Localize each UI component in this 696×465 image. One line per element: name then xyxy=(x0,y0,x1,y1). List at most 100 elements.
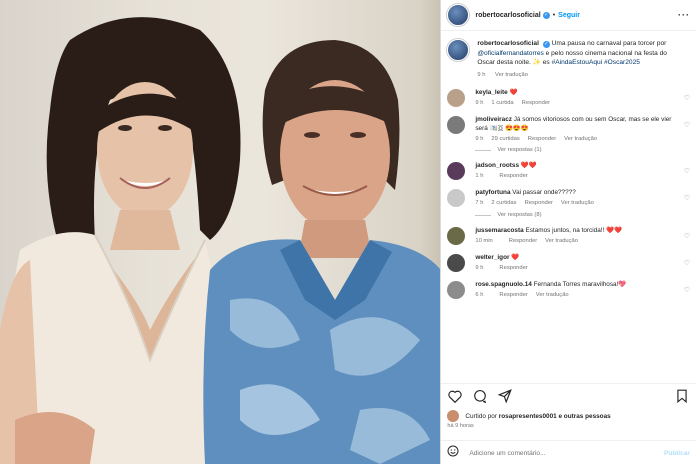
comment-avatar[interactable] xyxy=(447,281,466,299)
comment-item: welter_igor ❤️ 9 h Responder ♡ xyxy=(441,253,696,272)
comment-avatar[interactable] xyxy=(447,227,466,245)
comment-translate[interactable]: Ver tradução xyxy=(545,238,578,244)
share-icon[interactable] xyxy=(497,388,513,404)
comment-reply[interactable]: Responder xyxy=(499,292,527,298)
comment-translate[interactable]: Ver tradução xyxy=(564,136,597,142)
comment-like-icon[interactable]: ♡ xyxy=(684,121,690,129)
comment-input[interactable]: Adicione um comentário... xyxy=(469,450,545,457)
liked-by-user[interactable]: rosapresentes0001 xyxy=(499,413,557,420)
post-header: robertocarlosoficial ✓ • Seguir ··· xyxy=(441,0,696,31)
like-icon[interactable] xyxy=(447,388,463,404)
separator-dot: • xyxy=(552,11,556,19)
emoji-icon[interactable] xyxy=(447,444,459,462)
caption-meta: 9 h Ver tradução xyxy=(477,71,682,81)
comment-content: ❤️ xyxy=(509,89,518,96)
comment-avatar[interactable] xyxy=(447,89,466,107)
comment-meta: 9 h 29 curtidas Responder Ver tradução xyxy=(475,136,675,142)
comment-avatar[interactable] xyxy=(447,189,466,207)
comment-text: jmoliveiracz Já somos vitoriosos com ou … xyxy=(475,115,675,133)
comment-time: 9 h xyxy=(475,136,484,142)
comment-username[interactable]: jmoliveiracz xyxy=(475,116,512,123)
comment-container: keyla_leite ❤️ 9 h 1 curtida Responder ♡ jmol… xyxy=(441,88,696,299)
comment-reply[interactable]: Responder xyxy=(509,238,537,244)
comment-translate[interactable]: Ver tradução xyxy=(536,292,569,298)
comment-username[interactable]: jadson_rootss xyxy=(475,162,519,169)
comment-text: rose.spagnuolo.14 Fernanda Torres maravi… xyxy=(475,280,675,289)
comment-time: 6 h xyxy=(475,292,484,298)
comment-content: Fernanda Torres maravilhosa!💖 xyxy=(533,281,627,288)
verified-icon: ✓ xyxy=(542,41,550,48)
add-comment-bar: Adicione um comentário... Publicar xyxy=(441,440,696,465)
comment-like-icon[interactable]: ♡ xyxy=(684,286,690,294)
comment-item: jussemaracosta Estamos juntos, na torcid… xyxy=(441,226,696,245)
caption-text: robertocarlosoficial ✓ Uma pausa no carn… xyxy=(477,39,690,80)
caption-mention[interactable]: @oficialfernandatorres xyxy=(477,50,543,57)
caption-body: Uma pausa no carnaval para torcer por xyxy=(551,40,667,47)
comment-username[interactable]: jussemaracosta xyxy=(475,227,523,234)
caption: robertocarlosoficial ✓ Uma pausa no carn… xyxy=(441,31,696,80)
post-image[interactable] xyxy=(0,0,441,464)
comment-username[interactable]: welter_igor xyxy=(475,254,509,261)
comment-time: 7 h xyxy=(475,200,484,206)
comment-body: jmoliveiracz Já somos vitoriosos com ou … xyxy=(475,115,675,142)
caption-avatar[interactable] xyxy=(447,39,470,61)
bookmark-icon[interactable] xyxy=(674,388,690,404)
comment-like-icon[interactable]: ♡ xyxy=(684,194,690,202)
comments-list[interactable]: robertocarlosoficial ✓ Uma pausa no carn… xyxy=(441,31,696,381)
comment-text: jadson_rootss ❤️❤️ xyxy=(475,161,675,170)
comment-meta: 6 h Responder Ver tradução xyxy=(475,292,675,298)
comment-translate[interactable]: Ver tradução xyxy=(561,200,594,206)
comment-avatar[interactable] xyxy=(447,162,466,180)
comment-username[interactable]: keyla_leite xyxy=(475,89,507,96)
view-replies-button[interactable]: Ver respostas (1) xyxy=(475,147,696,153)
action-bar xyxy=(441,383,696,408)
comment-avatar[interactable] xyxy=(447,116,466,134)
comment-item: patyfortuna Vai passar onde????? 7 h 2 cur… xyxy=(441,188,696,207)
liked-by: Curtido por rosapresentes0001 e outras p… xyxy=(447,410,611,422)
comment-reply[interactable]: Responder xyxy=(525,200,553,206)
comment-reply[interactable]: Responder xyxy=(522,100,550,106)
comment-text: welter_igor ❤️ xyxy=(475,253,675,262)
comment-time: 9 h xyxy=(475,100,484,106)
comment-text: keyla_leite ❤️ xyxy=(475,88,675,97)
caption-hashtags[interactable]: #AindaEstouAqui #Oscar2025 xyxy=(552,59,640,66)
comment-time: 9 h xyxy=(475,265,484,271)
comment-like-icon[interactable]: ♡ xyxy=(684,232,690,240)
liked-by-suffix[interactable]: e outras pessoas xyxy=(558,413,610,420)
more-options-icon[interactable]: ··· xyxy=(678,10,690,20)
comment-reply[interactable]: Responder xyxy=(499,173,527,179)
comment-like-icon[interactable]: ♡ xyxy=(684,167,690,175)
comment-content: ❤️ xyxy=(511,254,520,261)
caption-time: 9 h xyxy=(477,71,486,78)
author-avatar[interactable] xyxy=(447,4,470,26)
comment-body: jussemaracosta Estamos juntos, na torcid… xyxy=(475,226,675,245)
comment-reply[interactable]: Responder xyxy=(528,136,556,142)
comment-like-icon[interactable]: ♡ xyxy=(684,259,690,267)
comment-username[interactable]: rose.spagnuolo.14 xyxy=(475,281,531,288)
comment-like-icon[interactable]: ♡ xyxy=(684,94,690,102)
comment-body: patyfortuna Vai passar onde????? 7 h 2 cur… xyxy=(475,188,675,207)
comment-meta: 7 h 2 curtidas Responder Ver tradução xyxy=(475,200,675,206)
post-side-panel: robertocarlosoficial ✓ • Seguir ··· robe… xyxy=(440,0,696,464)
comment-likes[interactable]: 29 curtidas xyxy=(491,136,519,142)
comment-reply[interactable]: Responder xyxy=(499,265,527,271)
author-username[interactable]: robertocarlosoficial xyxy=(475,12,540,19)
comment-body: welter_igor ❤️ 9 h Responder xyxy=(475,253,675,272)
publish-button[interactable]: Publicar xyxy=(664,450,690,457)
comment-text: jussemaracosta Estamos juntos, na torcid… xyxy=(475,226,675,235)
comment-likes[interactable]: 1 curtida xyxy=(491,100,513,106)
comment-text: patyfortuna Vai passar onde????? xyxy=(475,188,675,197)
comment-likes[interactable]: 2 curtidas xyxy=(491,200,516,206)
caption-translate[interactable]: Ver tradução xyxy=(495,72,528,78)
comment-time: 1 h xyxy=(475,173,484,179)
comment-content: Vai passar onde????? xyxy=(512,189,576,196)
caption-username[interactable]: robertocarlosoficial xyxy=(477,40,539,47)
view-replies-button[interactable]: Ver respostas (8) xyxy=(475,212,696,218)
liked-by-avatar[interactable] xyxy=(447,410,460,422)
comment-icon[interactable] xyxy=(472,388,488,404)
follow-button[interactable]: Seguir xyxy=(558,12,580,19)
verified-icon: ✓ xyxy=(542,11,550,19)
photo-illustration xyxy=(0,17,441,464)
comment-username[interactable]: patyfortuna xyxy=(475,189,510,196)
comment-avatar[interactable] xyxy=(447,254,466,272)
